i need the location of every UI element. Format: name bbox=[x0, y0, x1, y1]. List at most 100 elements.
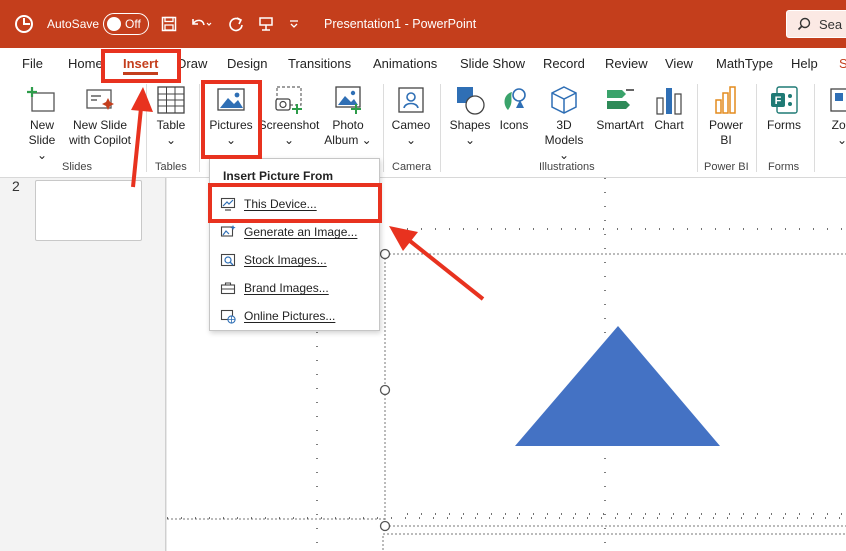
generate-image-icon bbox=[220, 224, 236, 240]
cameo-dropdown-arrow: ⌄ bbox=[405, 133, 417, 147]
power-bi-button[interactable]: Power BI bbox=[706, 82, 746, 148]
resize-handle bbox=[379, 384, 391, 396]
tab-transitions[interactable]: Transitions bbox=[288, 48, 351, 78]
shapes-dropdown-arrow: ⌄ bbox=[464, 133, 476, 147]
zoom-button[interactable]: Zoo ⌄ bbox=[822, 82, 846, 148]
group-label-illustrations: Illustrations bbox=[539, 161, 595, 173]
new-slide-icon bbox=[24, 82, 60, 118]
tab-animations[interactable]: Animations bbox=[373, 48, 437, 78]
cameo-label: Cameo bbox=[391, 118, 431, 132]
photo-album-button[interactable]: Photo Album ⌄ bbox=[322, 82, 374, 148]
screenshot-label: Screenshot bbox=[258, 118, 320, 132]
icons-label: Icons bbox=[499, 118, 529, 132]
tab-overflow[interactable]: S bbox=[839, 48, 846, 78]
table-button[interactable]: Table ⌄ bbox=[153, 82, 189, 148]
cube-icon bbox=[546, 82, 582, 118]
power-bi-label-1: Power bbox=[708, 118, 743, 132]
forms-label: Forms bbox=[767, 118, 801, 132]
menu-item-online-pictures[interactable]: Online Pictures... bbox=[220, 305, 335, 327]
photo-album-label-2: Album ⌄ bbox=[324, 133, 372, 147]
toggle-knob bbox=[107, 17, 121, 31]
3d-models-label-1: 3D bbox=[556, 118, 572, 132]
group-separator bbox=[814, 84, 815, 172]
group-separator bbox=[199, 84, 200, 172]
highlight-insert-tab bbox=[101, 49, 181, 83]
shapes-icon bbox=[452, 82, 488, 118]
tab-design[interactable]: Design bbox=[227, 48, 267, 78]
slide-thumbnail[interactable] bbox=[35, 180, 142, 241]
tab-draw[interactable]: Draw bbox=[177, 48, 207, 78]
autosave-toggle[interactable]: Off bbox=[103, 13, 149, 35]
menu-item-label: Stock Images... bbox=[244, 253, 327, 267]
chart-icon bbox=[651, 82, 687, 118]
tab-file[interactable]: File bbox=[22, 48, 43, 78]
group-label-forms: Forms bbox=[768, 161, 800, 173]
table-label: Table bbox=[156, 118, 186, 132]
dropdown-header: Insert Picture From bbox=[223, 169, 334, 183]
title-bar: AutoSave Off Presentation1 - PowerPoint … bbox=[0, 0, 846, 48]
document-title: Presentation1 - PowerPoint bbox=[324, 17, 477, 31]
screenshot-dropdown-arrow: ⌄ bbox=[283, 133, 295, 147]
undo-icon[interactable] bbox=[190, 0, 212, 48]
photo-album-label-1: Photo bbox=[332, 118, 364, 132]
highlight-pictures-button bbox=[201, 80, 262, 159]
forms-button[interactable]: F Forms bbox=[764, 82, 804, 133]
chart-button[interactable]: Chart bbox=[652, 82, 686, 133]
tab-view[interactable]: View bbox=[665, 48, 693, 78]
tab-help[interactable]: Help bbox=[791, 48, 818, 78]
save-icon[interactable] bbox=[161, 0, 177, 48]
group-label-camera: Camera bbox=[392, 161, 432, 173]
new-slide-copilot-button[interactable]: New Slide with Copilot bbox=[64, 82, 136, 148]
zoom-dropdown-arrow: ⌄ bbox=[836, 133, 846, 147]
new-slide-copilot-label-2: with Copilot bbox=[68, 133, 132, 147]
menu-item-label: Brand Images... bbox=[244, 281, 329, 295]
zoom-label: Zoo bbox=[831, 118, 846, 132]
app-logo-icon bbox=[14, 0, 34, 48]
shapes-label: Shapes bbox=[449, 118, 491, 132]
chart-label: Chart bbox=[654, 118, 684, 132]
smartart-icon bbox=[602, 82, 638, 118]
table-icon bbox=[153, 82, 189, 118]
tab-slide-show[interactable]: Slide Show bbox=[460, 48, 525, 78]
new-slide-label-1: New bbox=[29, 118, 54, 132]
new-slide-label-2: Slide ⌄ bbox=[28, 133, 56, 162]
tab-review[interactable]: Review bbox=[605, 48, 648, 78]
highlight-this-device bbox=[208, 183, 382, 223]
tab-home[interactable]: Home bbox=[68, 48, 103, 78]
photo-album-icon bbox=[330, 82, 366, 118]
presenter-icon[interactable] bbox=[258, 0, 274, 48]
power-bi-icon bbox=[708, 82, 744, 118]
redo-icon[interactable] bbox=[228, 0, 244, 48]
tab-record[interactable]: Record bbox=[543, 48, 585, 78]
screenshot-button[interactable]: Screenshot ⌄ bbox=[258, 82, 320, 148]
menu-item-generate-image[interactable]: Generate an Image... bbox=[220, 221, 357, 243]
tab-mathtype[interactable]: MathType bbox=[716, 48, 773, 78]
slide-thumbnail-pane: 2 bbox=[0, 178, 166, 551]
group-separator bbox=[383, 84, 384, 172]
3d-models-label-2: Models ⌄ bbox=[544, 133, 584, 162]
group-label-power-bi: Power BI bbox=[704, 161, 749, 173]
menu-item-stock-images[interactable]: Stock Images... bbox=[220, 249, 327, 271]
shapes-button[interactable]: Shapes ⌄ bbox=[450, 82, 490, 148]
cameo-button[interactable]: Cameo ⌄ bbox=[390, 82, 432, 148]
forms-icon: F bbox=[766, 82, 802, 118]
customize-qat-icon[interactable] bbox=[289, 0, 299, 48]
autosave-label: AutoSave bbox=[47, 17, 100, 31]
icons-button[interactable]: Icons bbox=[496, 82, 532, 133]
autosave-state: Off bbox=[125, 17, 141, 31]
placeholder-border bbox=[382, 533, 846, 551]
menu-item-label: Generate an Image... bbox=[244, 225, 358, 239]
group-label-tables: Tables bbox=[155, 161, 187, 173]
search-box[interactable]: Sea bbox=[786, 10, 846, 38]
new-slide-copilot-label-1: New Slide bbox=[72, 118, 128, 132]
ribbon: New Slide ⌄ New Slide with Copilot Slide… bbox=[0, 78, 846, 178]
3d-models-button[interactable]: 3D Models ⌄ bbox=[538, 82, 590, 163]
new-slide-button[interactable]: New Slide ⌄ bbox=[22, 82, 62, 163]
smartart-button[interactable]: SmartArt bbox=[594, 82, 646, 133]
search-placeholder: Sea bbox=[819, 16, 843, 32]
group-separator bbox=[146, 84, 147, 172]
menu-item-label: Online Pictures... bbox=[244, 309, 336, 323]
stock-images-icon bbox=[220, 252, 236, 268]
menu-item-brand-images[interactable]: Brand Images... bbox=[220, 277, 329, 299]
slide-number: 2 bbox=[12, 178, 20, 194]
